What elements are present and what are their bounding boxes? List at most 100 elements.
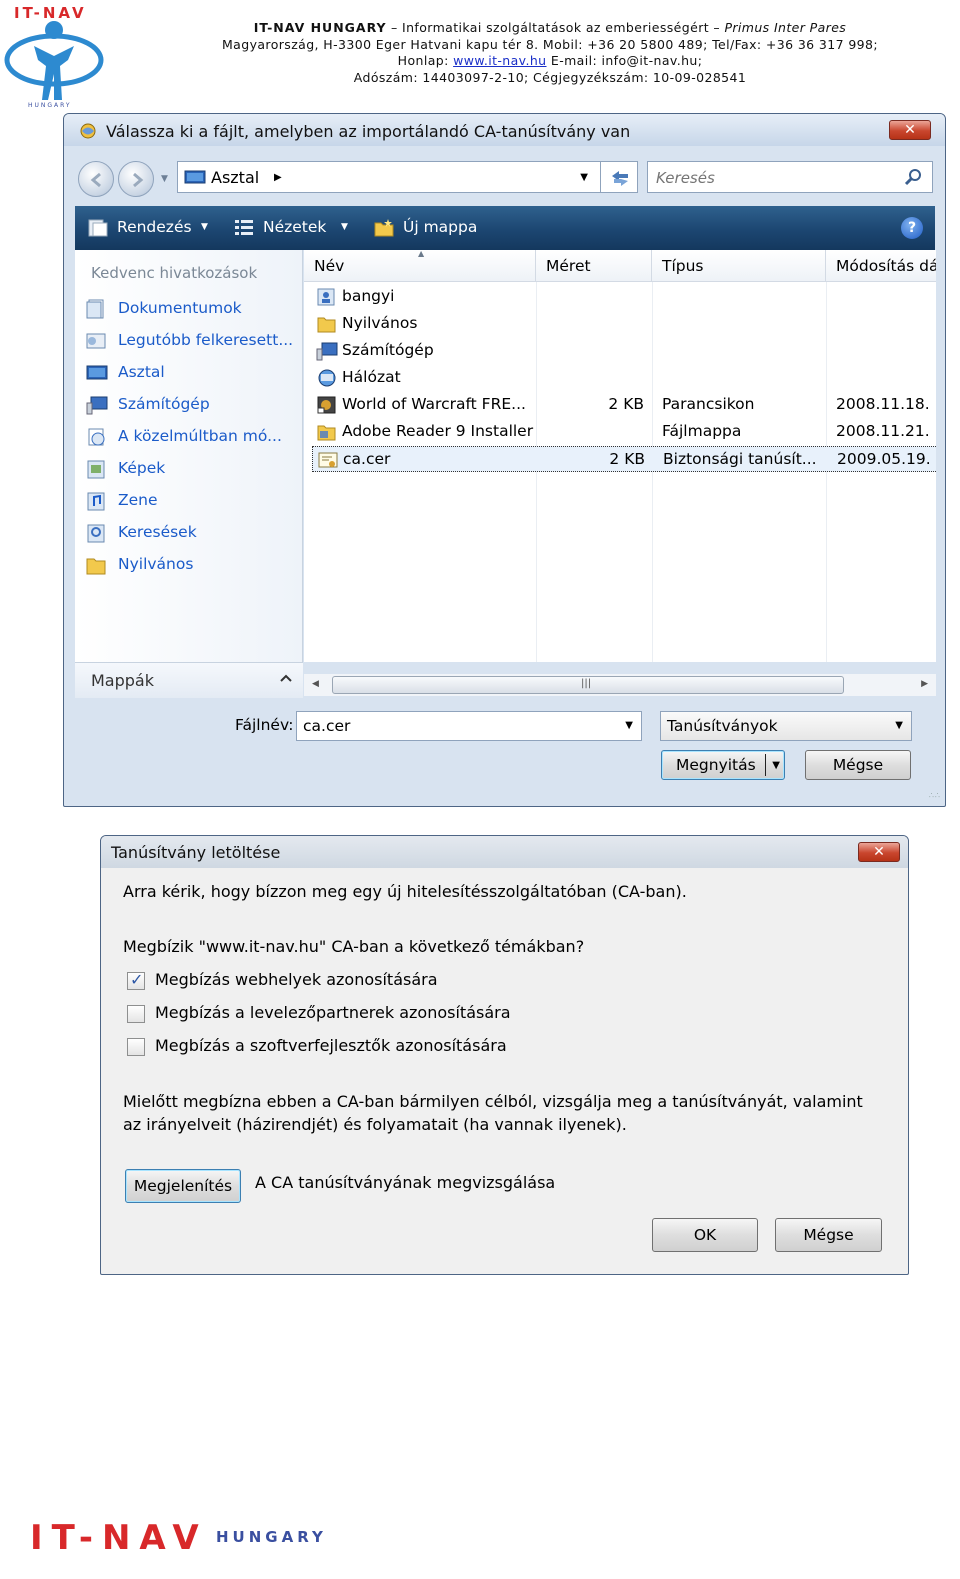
file-date: 2008.11.21. 11	[836, 422, 936, 440]
trust-email-checkbox[interactable]	[127, 1005, 145, 1023]
scroll-left-icon[interactable]: ◀	[312, 679, 319, 689]
fav-item-searches[interactable]: Keresések	[83, 520, 299, 546]
forward-button[interactable]	[118, 161, 154, 197]
organize-button[interactable]: Rendezés ▼	[87, 216, 217, 240]
grip-icon: |||	[581, 678, 592, 689]
breadcrumb-arrow-icon[interactable]: ▶	[274, 172, 282, 183]
column-header-type[interactable]: Típus	[652, 250, 826, 282]
fav-item-music[interactable]: Zene	[83, 488, 299, 514]
new-folder-icon	[374, 219, 394, 237]
column-header-modified[interactable]: Módosítás dá	[826, 250, 936, 282]
fav-item-label: Képek	[118, 459, 166, 477]
views-icon	[235, 220, 253, 235]
resize-grip-icon[interactable]: ∴∴	[929, 791, 941, 800]
back-button[interactable]	[78, 161, 114, 197]
address-bar[interactable]: Asztal ▶ ▼	[177, 161, 601, 193]
file-name: Számítógép	[342, 341, 434, 359]
option-label: Megbízás a levelezőpartnerek azonosításá…	[155, 1003, 511, 1022]
forward-arrow-icon	[133, 172, 144, 188]
file-date: 2008.11.18. 14	[836, 395, 936, 413]
file-row[interactable]: Adobe Reader 9 Installer Fájlmappa 2008.…	[312, 419, 936, 445]
file-name: bangyi	[342, 287, 395, 305]
horizontal-scrollbar[interactable]: ◀ ||| ▶	[304, 674, 936, 696]
fav-item-pictures[interactable]: Képek	[83, 456, 299, 482]
fav-item-public[interactable]: Nyilvános	[83, 552, 299, 578]
question-text: Megbízik "www.it-nav.hu" CA-ban a követk…	[123, 937, 585, 956]
search-input[interactable]	[654, 168, 894, 188]
close-button[interactable]: ✕	[858, 842, 900, 862]
fav-item-documents[interactable]: Dokumentumok	[83, 296, 299, 322]
file-row-selected[interactable]: ca.cer 2 KB Biztonsági tanúsít... 2009.0…	[312, 446, 936, 472]
file-row[interactable]: bangyi	[312, 284, 936, 310]
organize-icon	[88, 219, 108, 237]
fav-item-recently-changed[interactable]: A közelmúltban mó...	[83, 424, 299, 450]
file-row[interactable]: Nyilvános	[312, 311, 936, 337]
new-folder-button[interactable]: Új mappa	[373, 216, 493, 240]
folders-toggle[interactable]: Mappák	[75, 662, 303, 698]
desktop-icon	[184, 170, 206, 184]
open-button[interactable]: Megnyitás ▼	[661, 750, 785, 780]
trust-websites-checkbox[interactable]	[127, 970, 145, 990]
file-name: ca.cer	[343, 450, 391, 468]
homepage-link[interactable]: www.it-nav.hu	[453, 53, 546, 68]
open-file-dialog: Válassza ki a fájlt, amelyben az importá…	[63, 113, 946, 807]
address-line: Magyarország, H-3300 Eger Hatvani kapu t…	[222, 36, 878, 52]
address-dropdown-icon[interactable]: ▼	[580, 172, 588, 183]
fav-item-desktop[interactable]: Asztal	[83, 360, 299, 386]
open-options-dropdown-icon[interactable]: ▼	[772, 752, 780, 780]
recently-changed-icon	[88, 428, 105, 446]
desktop-icon	[86, 365, 108, 380]
file-row[interactable]: World of Warcraft FRE... 2 KB Parancsiko…	[312, 392, 936, 418]
file-row[interactable]: Hálózat	[312, 365, 936, 391]
views-dropdown-icon: ▼	[341, 222, 348, 232]
scroll-thumb[interactable]: |||	[332, 676, 844, 694]
computer-icon	[316, 342, 338, 361]
organize-dropdown-icon: ▼	[201, 222, 208, 232]
views-button[interactable]: Nézetek ▼	[233, 216, 358, 240]
company-logo: IT-NAV HUNGARY	[4, 4, 108, 110]
refresh-button[interactable]	[600, 161, 638, 193]
logo-figure-icon	[4, 21, 104, 100]
column-header-name[interactable]: ▲ Név	[304, 250, 536, 282]
file-date: 2009.05.19. 14	[837, 450, 936, 468]
file-type: Biztonsági tanúsít...	[663, 450, 817, 468]
file-size: 2 KB	[609, 450, 645, 468]
close-button[interactable]: ✕	[889, 120, 931, 140]
folder-icon	[317, 317, 336, 333]
search-box[interactable]	[647, 161, 933, 193]
filetype-select[interactable]: Tanúsítványok ▼	[660, 711, 912, 741]
sort-ascending-icon: ▲	[418, 250, 425, 258]
company-name: IT-NAV HUNGARY	[253, 20, 387, 35]
chevron-up-icon	[280, 674, 292, 682]
favorite-links-header: Kedvenc hivatkozások	[91, 264, 258, 282]
cancel-button[interactable]: Mégse	[775, 1218, 882, 1252]
cancel-button[interactable]: Mégse	[805, 750, 911, 780]
fav-item-recent[interactable]: Legutóbb felkeresett...	[83, 328, 299, 354]
back-arrow-icon	[90, 172, 101, 188]
fav-item-computer[interactable]: Számítógép	[83, 392, 299, 418]
history-dropdown-icon[interactable]: ▼	[161, 174, 168, 184]
filetype-value: Tanúsítványok	[667, 717, 778, 735]
dialog-titlebar: Válassza ki a fájlt, amelyben az importá…	[64, 114, 945, 146]
filename-combo[interactable]: ca.cer ▼	[296, 711, 642, 741]
filename-dropdown-icon[interactable]: ▼	[625, 720, 633, 731]
trust-software-checkbox[interactable]	[127, 1038, 145, 1056]
file-name: Adobe Reader 9 Installer	[342, 422, 534, 440]
ok-button[interactable]: OK	[652, 1218, 758, 1252]
pictures-icon	[87, 460, 105, 479]
help-button[interactable]: ?	[901, 217, 923, 239]
recent-places-icon	[86, 333, 106, 349]
view-certificate-button[interactable]: Megjelenítés	[125, 1169, 241, 1203]
intro-text: Arra kérik, hogy bízzon meg egy új hitel…	[123, 882, 687, 901]
column-header-size[interactable]: Méret	[536, 250, 652, 282]
filename-label: Fájlnév:	[235, 716, 294, 734]
column-label: Típus	[662, 257, 704, 275]
installer-folder-icon	[317, 425, 336, 441]
file-row[interactable]: Számítógép	[312, 338, 936, 364]
email-text: E-mail: info@it-nav.hu;	[550, 53, 703, 68]
file-name: World of Warcraft FRE...	[342, 395, 526, 413]
public-folder-icon	[86, 558, 106, 575]
scroll-right-icon[interactable]: ▶	[921, 679, 928, 689]
favorite-links-pane: Kedvenc hivatkozások Dokumentumok Legutó…	[75, 250, 303, 698]
folders-label: Mappák	[91, 671, 154, 690]
